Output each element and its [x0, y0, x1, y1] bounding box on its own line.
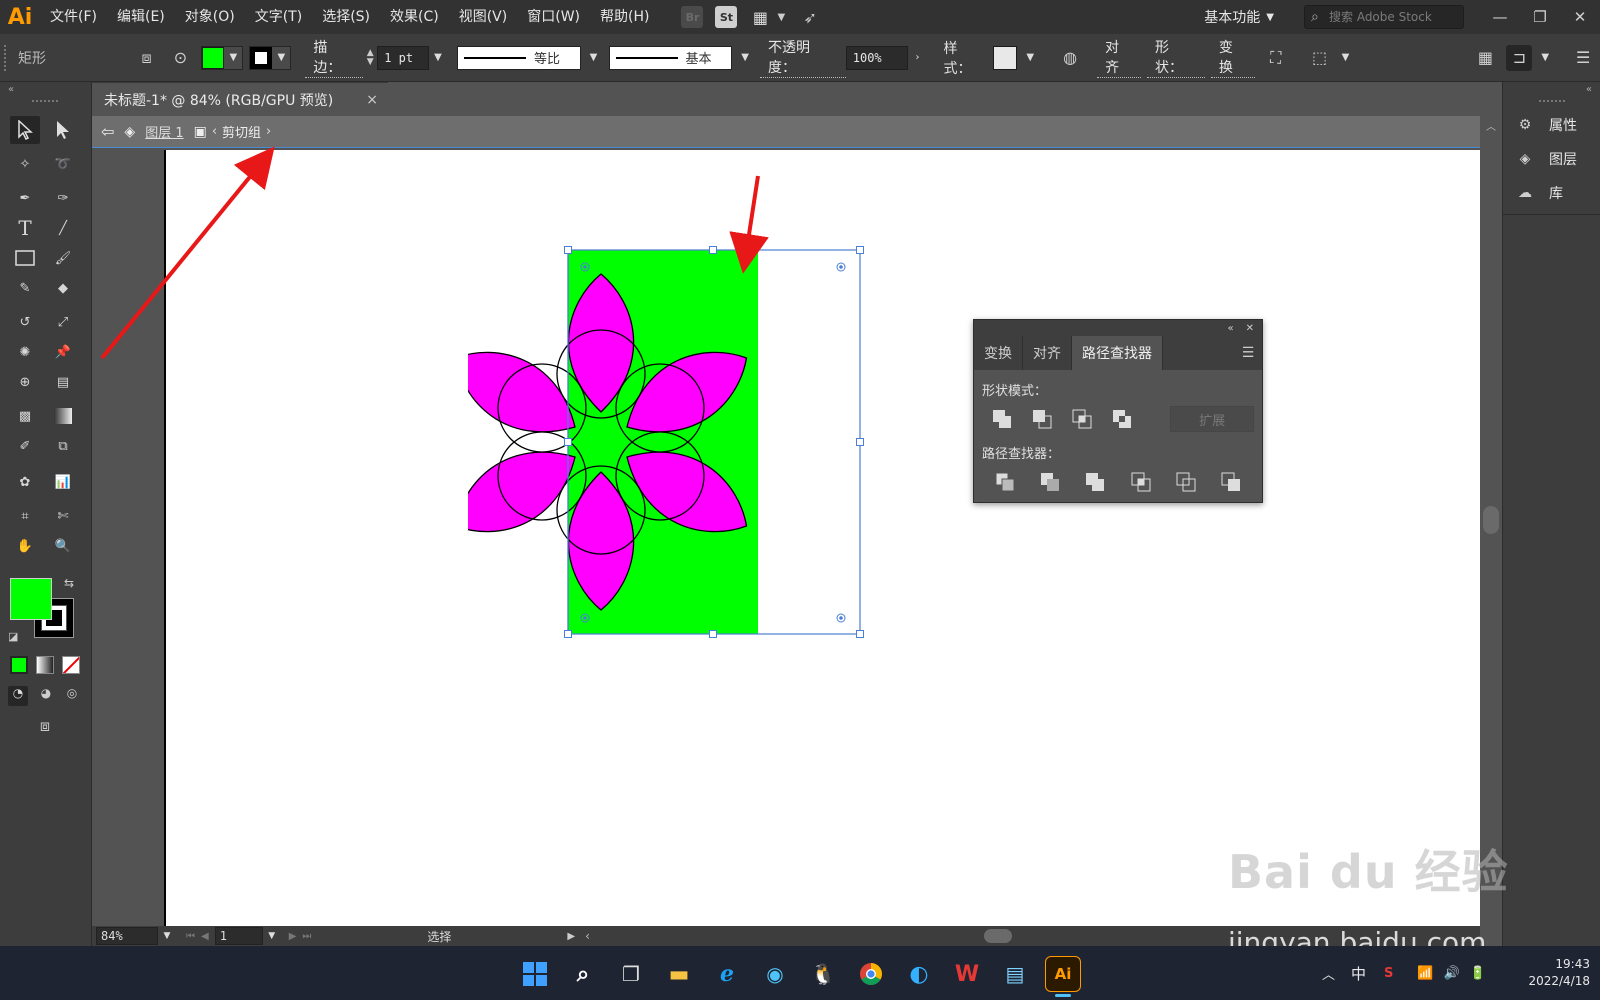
battery-icon[interactable]: 🔋	[1470, 966, 1486, 981]
status-menu-icon[interactable]: ▶	[567, 931, 575, 942]
trim-button[interactable]	[1027, 468, 1072, 496]
layers-icon: ◈	[1519, 151, 1531, 167]
sogou-ime-icon[interactable]: S	[1384, 966, 1393, 981]
exclude-button[interactable]	[1102, 405, 1142, 433]
tab-transform[interactable]: 变换	[974, 336, 1023, 370]
divide-button[interactable]	[982, 468, 1027, 496]
file-explorer-icon[interactable]: ▬	[661, 956, 697, 992]
next-last-artboard-icon[interactable]: ▶⏭	[289, 931, 318, 942]
panel-titlebar[interactable]: « ✕	[974, 320, 1262, 336]
active-app-indicator	[1055, 994, 1071, 997]
chevron-down-icon[interactable]: ▼	[158, 931, 176, 941]
clock[interactable]: 19:43 2022/4/18	[1520, 946, 1590, 1000]
task-view-icon[interactable]: ❐	[613, 956, 649, 992]
shape-modes-label: 形状模式：	[982, 384, 1048, 399]
vertical-scrollbar[interactable]: ︿	[1480, 116, 1502, 926]
system-tray: ︿ 中 S 📶 🔊 🔋	[1322, 946, 1504, 1000]
watermark-brand: Bai du 经验	[1228, 845, 1509, 899]
chevron-down-icon[interactable]: ▼	[263, 931, 281, 941]
chrome-icon[interactable]	[853, 956, 889, 992]
crop-button[interactable]	[1118, 468, 1163, 496]
zoom-field[interactable]: 84%	[96, 927, 158, 945]
minus-back-button[interactable]	[1209, 468, 1254, 496]
collapse-icon[interactable]: «	[1227, 323, 1233, 334]
libraries-label: 库	[1549, 186, 1563, 202]
collapse-icon[interactable]: «	[1586, 84, 1592, 95]
wps-icon[interactable]: W	[949, 956, 985, 992]
horizontal-scroll-thumb[interactable]	[983, 929, 1012, 943]
volume-icon[interactable]: 🔊	[1444, 966, 1460, 981]
grip-icon	[1539, 100, 1565, 103]
divider	[1503, 214, 1600, 215]
merge-button[interactable]	[1073, 468, 1118, 496]
panel-tabs: 变换 对齐 路径查找器 ☰	[974, 336, 1262, 370]
shape-modes-row: 扩展	[974, 405, 1262, 433]
properties-panel-button[interactable]: ⚙ 属性	[1513, 110, 1577, 140]
notepad-icon[interactable]: ▤	[997, 956, 1033, 992]
tab-pathfinder[interactable]: 路径查找器	[1072, 336, 1163, 370]
chevron-left-icon[interactable]: ‹	[585, 929, 590, 943]
pathfinder-panel: « ✕ 变换 对齐 路径查找器 ☰ 形状模式： 扩展 路径查找器：	[973, 319, 1263, 503]
minus-front-button[interactable]	[1022, 405, 1062, 433]
ie-browser-icon[interactable]: ℯ	[709, 956, 745, 992]
clock-time: 19:43	[1555, 957, 1590, 971]
expand-button[interactable]: 扩展	[1170, 406, 1255, 432]
ime-indicator[interactable]: 中	[1351, 963, 1366, 984]
layers-panel-button[interactable]: ◈ 图层	[1513, 144, 1577, 174]
pathfinders-row	[974, 468, 1262, 496]
edge-icon[interactable]: ◐	[901, 956, 937, 992]
unite-button[interactable]	[982, 405, 1022, 433]
right-panel-dock: « ⚙ 属性 ◈ 图层 ☁ 库	[1502, 82, 1600, 946]
intersect-button[interactable]	[1062, 405, 1102, 433]
illustrator-taskbar-icon[interactable]: Ai	[1045, 956, 1081, 992]
outline-button[interactable]	[1163, 468, 1208, 496]
properties-icon: ⚙	[1518, 117, 1532, 133]
artboard-number-field[interactable]: 1	[214, 927, 263, 945]
tab-align[interactable]: 对齐	[1023, 336, 1072, 370]
messenger-icon[interactable]: ◉	[757, 956, 793, 992]
status-tool-label: 选择	[427, 929, 452, 944]
layers-label: 图层	[1549, 152, 1577, 168]
pathfinders-label: 路径查找器：	[982, 447, 1061, 462]
qq-icon[interactable]: 🐧	[805, 956, 841, 992]
close-panel-icon[interactable]: ✕	[1246, 323, 1254, 334]
wifi-icon[interactable]: 📶	[1417, 966, 1433, 981]
chevron-up-icon[interactable]: ︿	[1486, 118, 1496, 133]
start-button[interactable]	[517, 956, 553, 992]
panel-menu-icon[interactable]: ☰	[1234, 336, 1262, 370]
first-prev-artboard-icon[interactable]: ⏮◀	[186, 931, 215, 942]
search-icon[interactable]: ⌕	[565, 956, 601, 992]
properties-label: 属性	[1549, 118, 1577, 134]
scroll-thumb[interactable]	[1483, 506, 1499, 534]
clock-date: 2022/4/18	[1528, 974, 1590, 988]
chevron-up-icon[interactable]: ︿	[1322, 964, 1335, 983]
libraries-panel-button[interactable]: ☁ 库	[1513, 178, 1563, 208]
cloud-libraries-icon: ☁	[1518, 185, 1532, 201]
